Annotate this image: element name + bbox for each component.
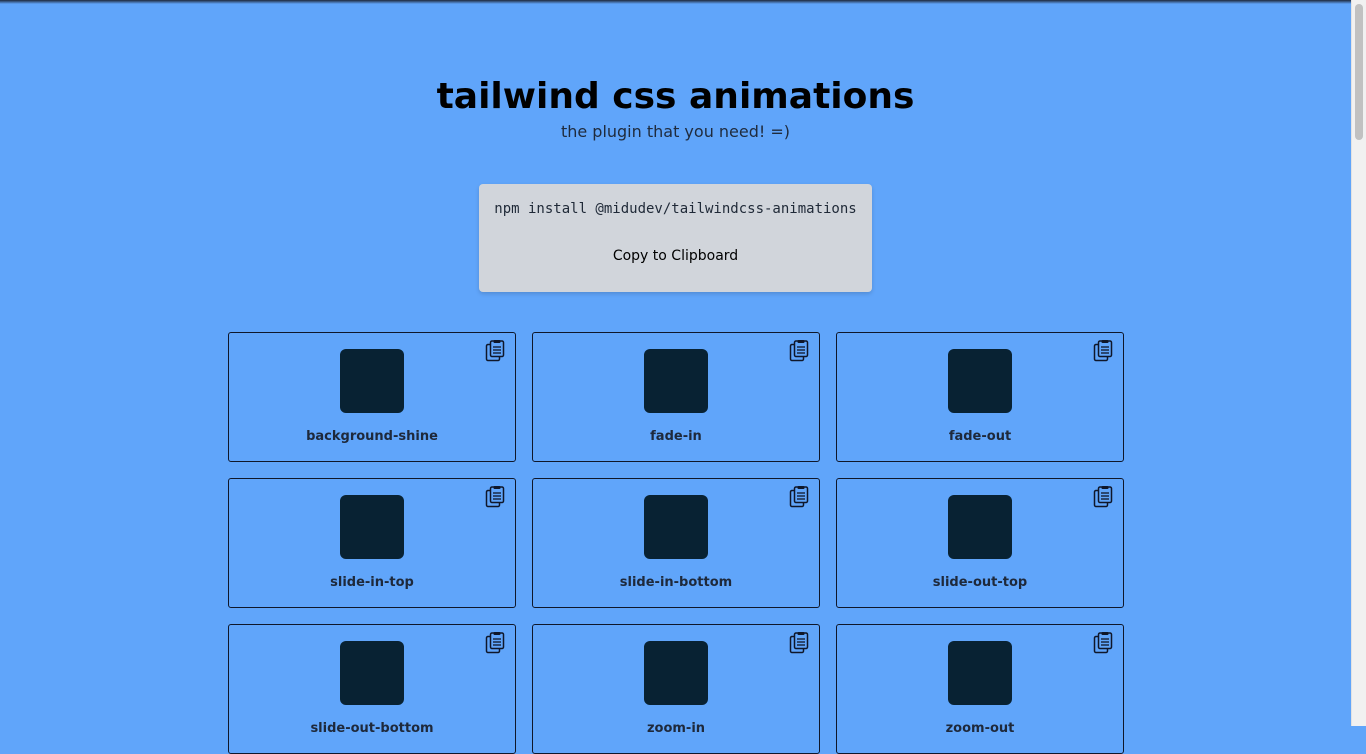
install-command: npm install @midudev/tailwindcss-animati… bbox=[494, 201, 857, 217]
animation-preview bbox=[644, 349, 708, 413]
animation-preview bbox=[948, 641, 1012, 705]
page-title: tailwind css animations bbox=[436, 76, 915, 117]
animation-preview bbox=[340, 641, 404, 705]
animation-card: slide-in-top bbox=[228, 478, 516, 608]
animation-card: zoom-in bbox=[532, 624, 820, 754]
animation-card: slide-out-bottom bbox=[228, 624, 516, 754]
animation-card: slide-out-top bbox=[836, 478, 1124, 608]
animation-label: fade-in bbox=[650, 429, 702, 444]
clipboard-icon[interactable] bbox=[485, 486, 505, 508]
clipboard-icon[interactable] bbox=[789, 340, 809, 362]
animation-preview bbox=[340, 495, 404, 559]
clipboard-icon[interactable] bbox=[789, 486, 809, 508]
animation-label: background-shine bbox=[306, 429, 438, 444]
copy-to-clipboard-button[interactable]: Copy to Clipboard bbox=[589, 244, 762, 268]
animation-preview bbox=[644, 495, 708, 559]
clipboard-icon[interactable] bbox=[1093, 632, 1113, 654]
top-shadow bbox=[0, 0, 1351, 4]
animation-preview bbox=[340, 349, 404, 413]
animation-preview bbox=[948, 495, 1012, 559]
page: tailwind css animations the plugin that … bbox=[0, 0, 1351, 754]
animation-label: slide-in-bottom bbox=[619, 575, 733, 590]
animation-card: zoom-out bbox=[836, 624, 1124, 754]
animation-label: slide-in-top bbox=[330, 575, 414, 590]
install-card: npm install @midudev/tailwindcss-animati… bbox=[479, 184, 872, 292]
animation-card: fade-in bbox=[532, 332, 820, 462]
vertical-scrollbar[interactable] bbox=[1351, 0, 1366, 726]
animation-card: fade-out bbox=[836, 332, 1124, 462]
clipboard-icon[interactable] bbox=[1093, 486, 1113, 508]
animation-label: slide-out-bottom bbox=[310, 721, 434, 736]
clipboard-icon[interactable] bbox=[789, 632, 809, 654]
animation-card: background-shine bbox=[228, 332, 516, 462]
animation-label: slide-out-top bbox=[932, 575, 1028, 590]
clipboard-icon[interactable] bbox=[485, 340, 505, 362]
animation-label: zoom-out bbox=[945, 721, 1015, 736]
animation-label: fade-out bbox=[948, 429, 1012, 444]
page-subtitle: the plugin that you need! =) bbox=[560, 122, 791, 141]
animation-label: zoom-in bbox=[646, 721, 706, 736]
animation-preview bbox=[948, 349, 1012, 413]
animation-preview bbox=[644, 641, 708, 705]
clipboard-icon[interactable] bbox=[485, 632, 505, 654]
animation-card: slide-in-bottom bbox=[532, 478, 820, 608]
scrollbar-thumb[interactable] bbox=[1355, 4, 1363, 140]
clipboard-icon[interactable] bbox=[1093, 340, 1113, 362]
